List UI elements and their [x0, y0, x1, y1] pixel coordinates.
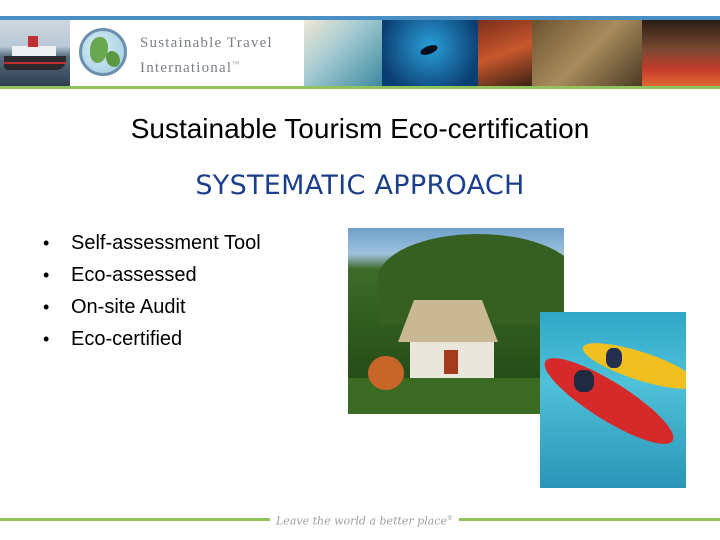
cruise-ship-photo — [0, 20, 70, 86]
tagline-registered-mark: ® — [446, 515, 453, 522]
brand-trademark: ™ — [232, 60, 240, 68]
bullet-item: Self-assessment Tool — [43, 230, 261, 262]
eco-lodge-hut-photo — [348, 228, 564, 414]
tagline-text: Leave the world a better place — [276, 514, 447, 528]
village-photo — [532, 20, 642, 86]
logo-globe-icon — [70, 20, 134, 86]
brand-line-1: Sustainable Travel — [140, 35, 273, 51]
footer-tagline: Leave the world a better place® — [270, 510, 459, 531]
bullet-item: On-site Audit — [43, 294, 261, 326]
maasai-woman-photo — [642, 20, 720, 86]
header-bottom-rule — [0, 86, 720, 89]
slide-subtitle: SYSTEMATIC APPROACH — [195, 170, 525, 201]
kayakers-photo — [540, 312, 686, 488]
beach-photo — [304, 20, 382, 86]
bullet-list: Self-assessment Tool Eco-assessed On-sit… — [43, 230, 261, 358]
bullet-item: Eco-assessed — [43, 262, 261, 294]
brand-line-2: International — [140, 60, 233, 76]
scuba-diver-photo — [382, 20, 478, 86]
brand-wordmark: Sustainable Travel International™ — [140, 33, 300, 79]
slide-title: Sustainable Tourism Eco-certification — [130, 113, 590, 144]
bullet-item: Eco-certified — [43, 326, 261, 358]
cultural-mask-photo — [478, 20, 532, 86]
